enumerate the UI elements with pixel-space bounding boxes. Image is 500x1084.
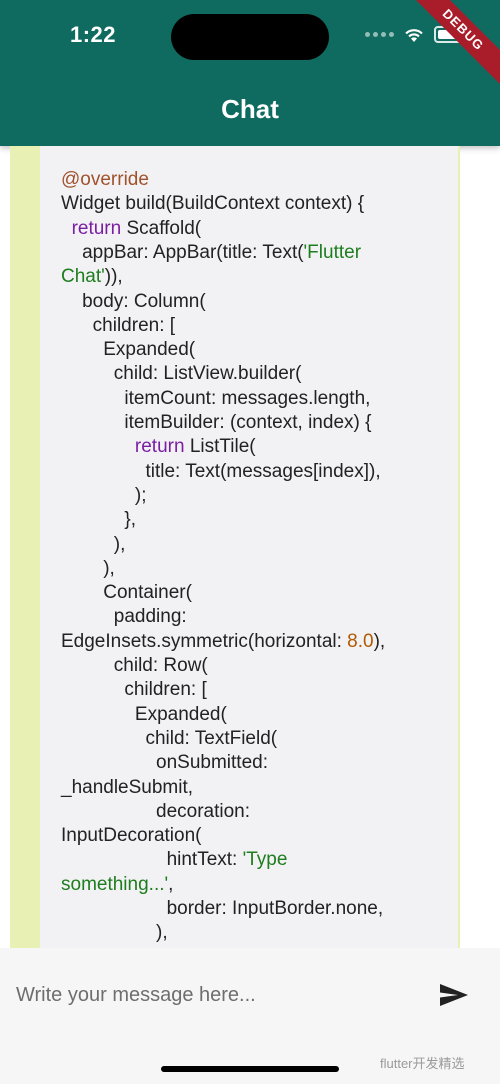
code-token: _handleSubmit, <box>61 776 194 798</box>
code-line: Container( <box>61 581 192 605</box>
code-token: itemBuilder: (context, index) { <box>61 412 372 433</box>
code-line: child: Row( <box>61 654 208 678</box>
debug-banner: DEBUG <box>401 0 500 92</box>
code-token: Expanded( <box>61 703 227 725</box>
code-line: child: TextField( <box>61 727 277 751</box>
code-token: 'Flutter <box>303 241 362 263</box>
home-indicator <box>161 1066 339 1072</box>
code-line: ), <box>61 533 126 557</box>
code-token: appBar: AppBar(title: Text( <box>61 241 304 263</box>
code-token: 8.0 <box>347 630 374 652</box>
wifi-icon <box>405 28 423 42</box>
code-line: }, <box>61 508 136 532</box>
code-line: Expanded( <box>61 338 195 362</box>
code-line: ), <box>61 921 168 945</box>
page-title: Chat <box>221 94 279 124</box>
app-bar: 1:22 DEBUG Chat <box>0 0 500 146</box>
code-token: }, <box>61 509 136 531</box>
code-line: something...', <box>61 873 173 897</box>
code-line: children: [ <box>61 678 207 702</box>
signal-dots-icon <box>365 32 394 37</box>
code-line: EdgeInsets.symmetric(horizontal: 8.0), <box>61 630 385 654</box>
code-line: border: InputBorder.none, <box>61 897 384 921</box>
code-token: Widget build(BuildContext context) { <box>61 193 365 215</box>
code-message: @override Widget build(BuildContext conte… <box>40 146 458 948</box>
watermark: flutter开发精选 <box>380 1056 465 1071</box>
code-token: hintText: <box>61 849 243 871</box>
code-line: _handleSubmit, <box>61 776 193 800</box>
code-token: ListTile( <box>184 436 256 458</box>
code-token: Expanded( <box>61 339 196 361</box>
code-line: Expanded( <box>61 703 227 727</box>
code-token: decoration: <box>61 800 251 822</box>
code-token: @override <box>61 169 149 190</box>
code-line: hintText: 'Type <box>61 848 288 872</box>
code-token: itemCount: messages.length, <box>61 387 371 409</box>
code-token: ); <box>61 484 147 506</box>
code-token: child: TextField( <box>61 727 278 749</box>
message-input[interactable]: Write your message here... <box>16 984 256 1007</box>
code-token: )), <box>104 266 123 288</box>
code-token: return <box>71 217 122 239</box>
code-token: Container( <box>61 582 192 604</box>
code-line: ); <box>61 484 147 508</box>
code-token: ), <box>61 557 115 579</box>
code-token: ), <box>61 533 126 555</box>
code-line: decoration: <box>61 800 250 824</box>
code-line: appBar: AppBar(title: Text('Flutter <box>61 241 361 265</box>
code-token: title: Text(messages[index]), <box>61 460 381 482</box>
code-token: Scaffold( <box>121 217 202 239</box>
code-line: title: Text(messages[index]), <box>61 460 381 484</box>
code-token: return <box>134 436 185 458</box>
code-token: InputDecoration( <box>61 825 202 847</box>
code-line: Widget build(BuildContext context) { <box>61 192 364 216</box>
code-line: children: [ <box>61 314 175 338</box>
code-line: return Scaffold( <box>61 217 202 241</box>
code-token: , <box>168 873 174 895</box>
code-token: border: InputBorder.none, <box>61 898 384 919</box>
code-token: child: Row( <box>61 655 208 676</box>
code-token: EdgeInsets.symmetric(horizontal: <box>61 630 348 652</box>
code-line: body: Column( <box>61 290 206 314</box>
code-token: something...' <box>61 873 169 895</box>
code-token: children: [ <box>61 679 207 701</box>
code-token: children: [ <box>61 314 176 336</box>
code-line: Chat')), <box>61 265 123 289</box>
code-token: Chat' <box>61 266 105 288</box>
status-time: 1:22 <box>70 22 117 47</box>
code-token: ), <box>373 630 386 652</box>
code-line: InputDecoration( <box>61 824 201 848</box>
code-line: itemBuilder: (context, index) { <box>61 411 371 435</box>
code-token: body: Column( <box>61 290 206 312</box>
code-token: child: ListView.builder( <box>61 363 302 385</box>
dynamic-island <box>171 14 329 60</box>
code-token: padding: <box>61 606 187 628</box>
code-line: return ListTile( <box>61 435 256 459</box>
code-line: @override <box>61 168 149 192</box>
code-line: child: ListView.builder( <box>61 362 302 386</box>
code-token: onSubmitted: <box>61 752 268 774</box>
code-line: padding: <box>61 605 187 629</box>
code-line: onSubmitted: <box>61 751 268 775</box>
code-line: itemCount: messages.length, <box>61 387 370 411</box>
code-token: 'Type <box>242 849 288 871</box>
code-line: ), <box>61 557 115 581</box>
send-icon[interactable] <box>438 982 470 1008</box>
code-token: ), <box>61 922 168 944</box>
